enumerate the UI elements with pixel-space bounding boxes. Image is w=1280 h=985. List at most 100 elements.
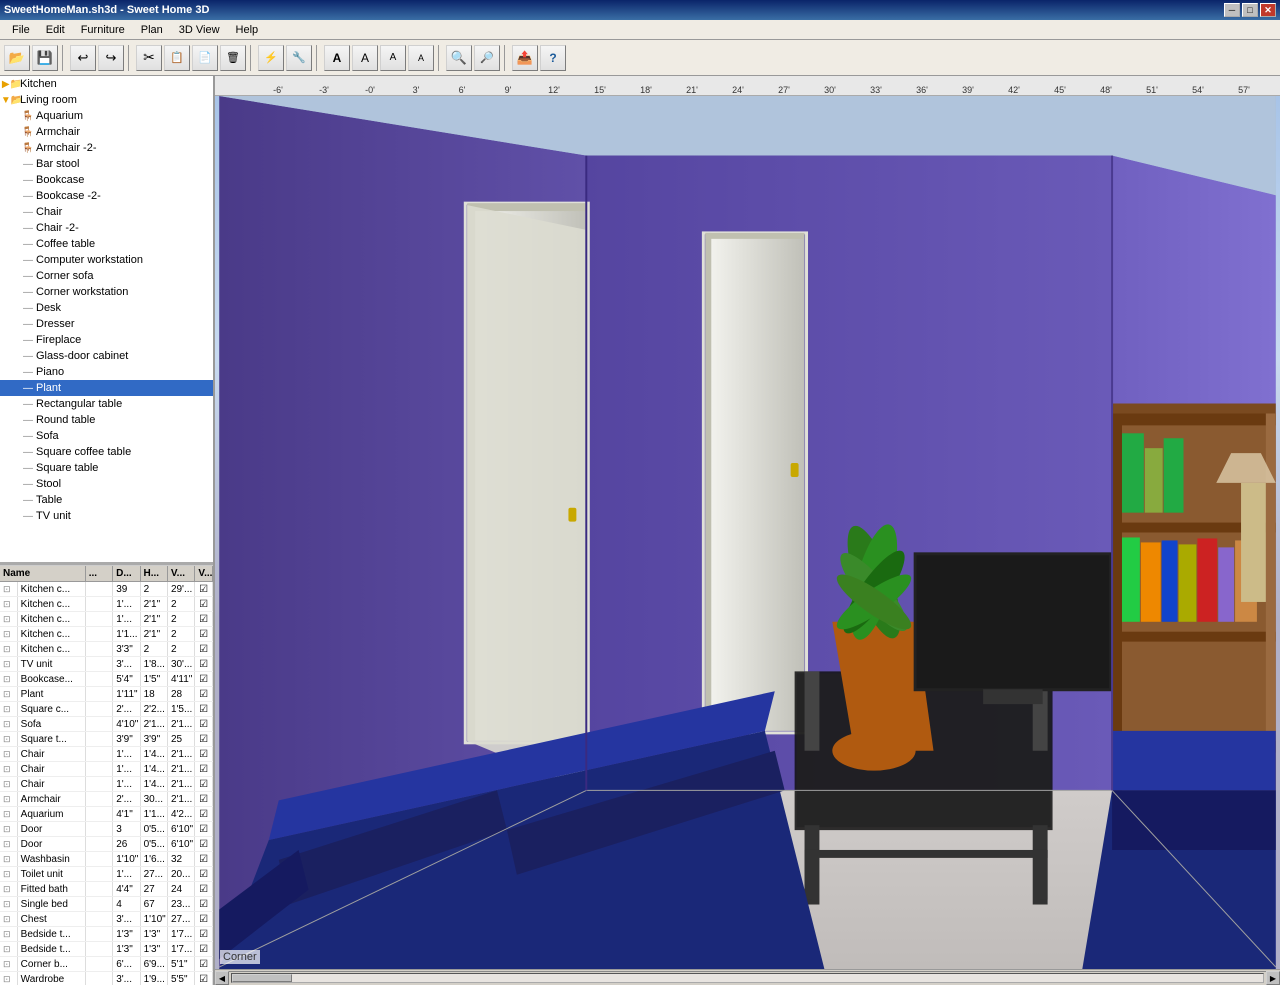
paste-button[interactable]: 📄 bbox=[192, 45, 218, 71]
tree-item-roundtable[interactable]: — Round table bbox=[0, 412, 213, 428]
table-row[interactable]: ⊡Plant1'11"1828☑ bbox=[0, 687, 213, 702]
text-button2[interactable]: A bbox=[352, 45, 378, 71]
table-row[interactable]: ⊡Door30'5...6'10"☑ bbox=[0, 822, 213, 837]
tree-item-desk[interactable]: — Desk bbox=[0, 300, 213, 316]
table-row[interactable]: ⊡Chair1'...1'4...2'1...☑ bbox=[0, 777, 213, 792]
table-row[interactable]: ⊡Corner b...6'...6'9...5'1"☑ bbox=[0, 957, 213, 972]
row-visible[interactable]: ☑ bbox=[195, 942, 213, 956]
tree-item-coffeetable[interactable]: — Coffee table bbox=[0, 236, 213, 252]
row-visible[interactable]: ☑ bbox=[195, 642, 213, 656]
tree-item-fireplace[interactable]: — Fireplace bbox=[0, 332, 213, 348]
tree-item-armchair2[interactable]: 🪑 Armchair -2- bbox=[0, 140, 213, 156]
close-button[interactable]: ✕ bbox=[1260, 3, 1276, 17]
tree-item-plant[interactable]: — Plant bbox=[0, 380, 213, 396]
table-row[interactable]: ⊡Chest3'...1'10"27...☑ bbox=[0, 912, 213, 927]
zoom-in-button[interactable]: 🔍 bbox=[446, 45, 472, 71]
row-visible[interactable]: ☑ bbox=[195, 732, 213, 746]
row-visible[interactable]: ☑ bbox=[195, 807, 213, 821]
tree-item-cornerwork[interactable]: — Corner workstation bbox=[0, 284, 213, 300]
tree-item-livingroom[interactable]: ▼📂 Living room bbox=[0, 92, 213, 108]
row-visible[interactable]: ☑ bbox=[195, 687, 213, 701]
text-button3[interactable]: A bbox=[380, 45, 406, 71]
tree-item-cornersofa[interactable]: — Corner sofa bbox=[0, 268, 213, 284]
cut-button[interactable]: ✂ bbox=[136, 45, 162, 71]
tree-item-aquarium[interactable]: 🪑 Aquarium bbox=[0, 108, 213, 124]
menu-file[interactable]: File bbox=[4, 22, 38, 38]
table-row[interactable]: ⊡Fitted bath4'4"2724☑ bbox=[0, 882, 213, 897]
menu-3dview[interactable]: 3D View bbox=[171, 22, 228, 38]
row-visible[interactable]: ☑ bbox=[195, 762, 213, 776]
tree-item-barstool[interactable]: — Bar stool bbox=[0, 156, 213, 172]
horizontal-scrollbar[interactable]: ◀ ▶ bbox=[215, 969, 1280, 985]
row-visible[interactable]: ☑ bbox=[195, 957, 213, 971]
maximize-button[interactable]: □ bbox=[1242, 3, 1258, 17]
table-row[interactable]: ⊡Door260'5...6'10"☑ bbox=[0, 837, 213, 852]
row-visible[interactable]: ☑ bbox=[195, 912, 213, 926]
row-visible[interactable]: ☑ bbox=[195, 852, 213, 866]
tree-item-compwork[interactable]: — Computer workstation bbox=[0, 252, 213, 268]
tree-item-sqtable[interactable]: — Square table bbox=[0, 460, 213, 476]
table-row[interactable]: ⊡Wardrobe3'...1'9...5'5"☑ bbox=[0, 972, 213, 985]
table-row[interactable]: ⊡TV unit3'...1'8...30'...☑ bbox=[0, 657, 213, 672]
tree-item-kitchen[interactable]: ▶📁 Kitchen bbox=[0, 76, 213, 92]
table-row[interactable]: ⊡Single bed46723...☑ bbox=[0, 897, 213, 912]
tree-item-bookcase2[interactable]: — Bookcase -2- bbox=[0, 188, 213, 204]
tree-item-bookcase[interactable]: — Bookcase bbox=[0, 172, 213, 188]
row-visible[interactable]: ☑ bbox=[195, 882, 213, 896]
undo-button[interactable]: ↩ bbox=[70, 45, 96, 71]
tree-item-sqcoffee[interactable]: — Square coffee table bbox=[0, 444, 213, 460]
tree-item-chair[interactable]: — Chair bbox=[0, 204, 213, 220]
row-visible[interactable]: ☑ bbox=[195, 672, 213, 686]
row-visible[interactable]: ☑ bbox=[195, 897, 213, 911]
table-row[interactable]: ⊡Chair1'...1'4...2'1...☑ bbox=[0, 747, 213, 762]
text-button4[interactable]: A bbox=[408, 45, 434, 71]
table-row[interactable]: ⊡Aquarium4'1"1'1...4'2...☑ bbox=[0, 807, 213, 822]
table-row[interactable]: ⊡Toilet unit1'...27...20...☑ bbox=[0, 867, 213, 882]
tree-item-recttable[interactable]: — Rectangular table bbox=[0, 396, 213, 412]
row-visible[interactable]: ☑ bbox=[195, 822, 213, 836]
row-visible[interactable]: ☑ bbox=[195, 867, 213, 881]
row-visible[interactable]: ☑ bbox=[195, 972, 213, 985]
row-visible[interactable]: ☑ bbox=[195, 597, 213, 611]
row-visible[interactable]: ☑ bbox=[195, 777, 213, 791]
table-row[interactable]: ⊡Bedside t...1'3"1'3"1'7...☑ bbox=[0, 942, 213, 957]
modify-button[interactable]: 🔧 bbox=[286, 45, 312, 71]
table-row[interactable]: ⊡Square c...2'...2'2...1'5...☑ bbox=[0, 702, 213, 717]
scroll-left-button[interactable]: ◀ bbox=[215, 971, 229, 985]
table-row[interactable]: ⊡Kitchen c...3'3"22☑ bbox=[0, 642, 213, 657]
save-button[interactable]: 💾 bbox=[32, 45, 58, 71]
minimize-button[interactable]: ─ bbox=[1224, 3, 1240, 17]
row-visible[interactable]: ☑ bbox=[195, 702, 213, 716]
table-row[interactable]: ⊡Kitchen c...1'1...2'1"2☑ bbox=[0, 627, 213, 642]
menu-furniture[interactable]: Furniture bbox=[73, 22, 133, 38]
menu-edit[interactable]: Edit bbox=[38, 22, 73, 38]
tree-item-stool[interactable]: — Stool bbox=[0, 476, 213, 492]
tree-item-glassdoor[interactable]: — Glass-door cabinet bbox=[0, 348, 213, 364]
table-row[interactable]: ⊡Armchair2'...30...2'1...☑ bbox=[0, 792, 213, 807]
tree-item-dresser[interactable]: — Dresser bbox=[0, 316, 213, 332]
row-visible[interactable]: ☑ bbox=[195, 927, 213, 941]
row-visible[interactable]: ☑ bbox=[195, 837, 213, 851]
properties-panel[interactable]: Name ... D... H... V... V... ⊡Kitchen c.… bbox=[0, 565, 213, 985]
scroll-right-button[interactable]: ▶ bbox=[1266, 971, 1280, 985]
zoom-out-button[interactable]: 🔎 bbox=[474, 45, 500, 71]
menu-help[interactable]: Help bbox=[228, 22, 267, 38]
3d-view[interactable]: Corner bbox=[215, 96, 1280, 969]
row-visible[interactable]: ☑ bbox=[195, 627, 213, 641]
text-button1[interactable]: A bbox=[324, 45, 350, 71]
tree-item-armchair[interactable]: 🪑 Armchair bbox=[0, 124, 213, 140]
tree-item-chair2[interactable]: — Chair -2- bbox=[0, 220, 213, 236]
redo-button[interactable]: ↪ bbox=[98, 45, 124, 71]
menu-plan[interactable]: Plan bbox=[133, 22, 171, 38]
row-visible[interactable]: ☑ bbox=[195, 717, 213, 731]
tree-item-sofa[interactable]: — Sofa bbox=[0, 428, 213, 444]
help-button[interactable]: ? bbox=[540, 45, 566, 71]
export-button[interactable]: 📤 bbox=[512, 45, 538, 71]
tree-item-tvunit[interactable]: — TV unit bbox=[0, 508, 213, 524]
row-visible[interactable]: ☑ bbox=[195, 747, 213, 761]
row-visible[interactable]: ☑ bbox=[195, 612, 213, 626]
tree-item-piano[interactable]: — Piano bbox=[0, 364, 213, 380]
table-row[interactable]: ⊡Washbasin1'10"1'6...32☑ bbox=[0, 852, 213, 867]
row-visible[interactable]: ☑ bbox=[195, 792, 213, 806]
scroll-track[interactable] bbox=[231, 973, 1264, 983]
